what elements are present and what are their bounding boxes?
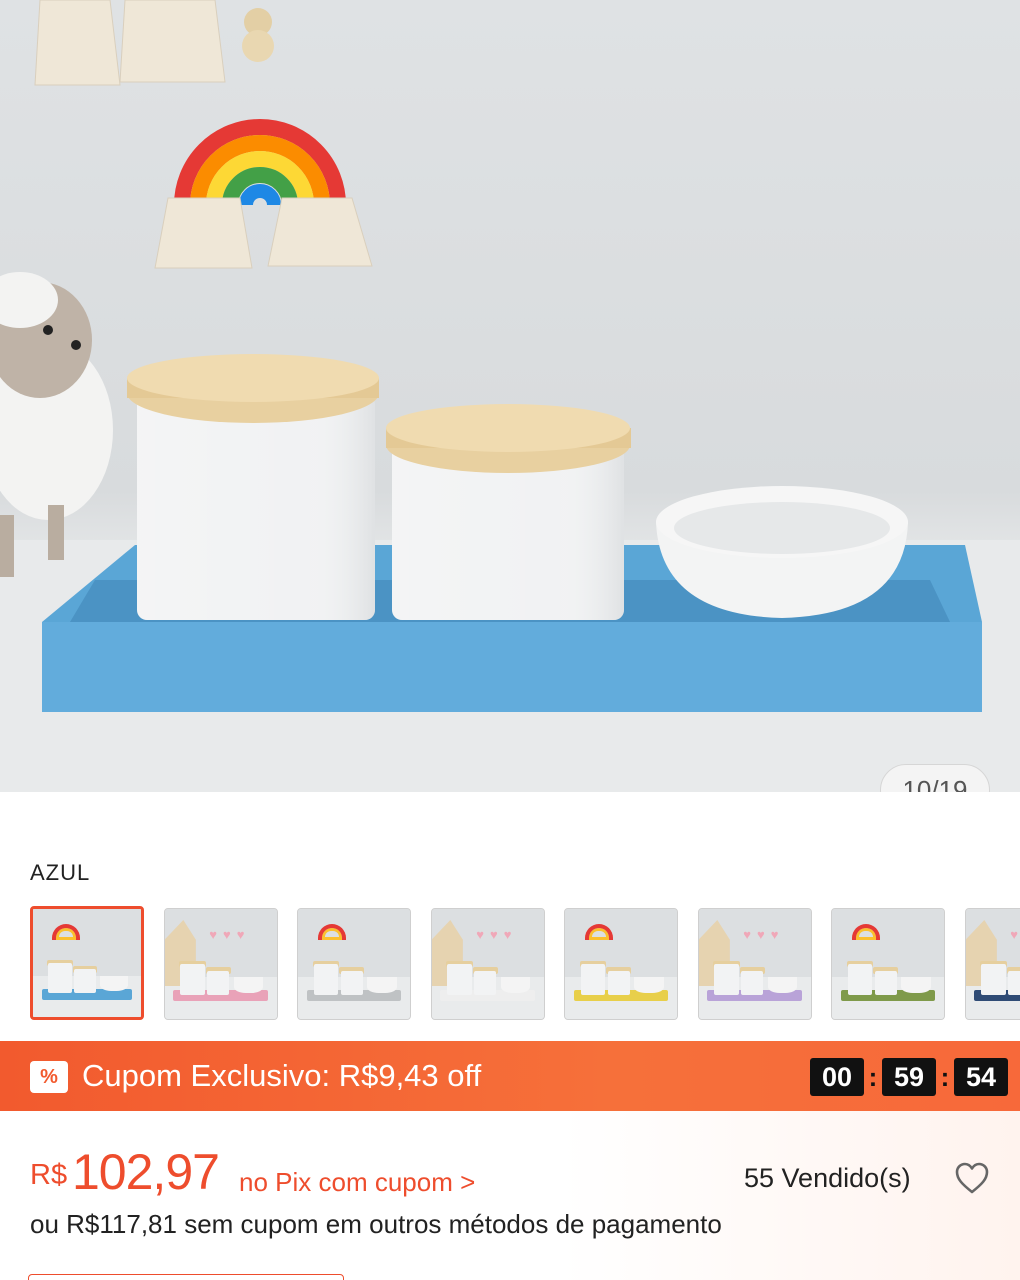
variation-thumb-rosa[interactable]: ♥♥♥ — [163, 908, 278, 1020]
jar — [48, 963, 72, 994]
product-page: 10/19 AZUL ♥♥♥ ♥♥♥ ♥♥♥ ♥♥♥ % Cupom Exclusiv… — [0, 0, 1020, 1280]
variation-thumbnails: ♥♥♥ ♥♥♥ ♥♥♥ ♥♥♥ — [30, 906, 1020, 1022]
price-currency: R$ — [30, 1159, 68, 1191]
hearts-decor: ♥♥♥ — [1010, 927, 1020, 942]
hearts-decor: ♥♥♥ — [476, 926, 518, 942]
variation-thumb-cinza[interactable] — [297, 908, 411, 1020]
bowl — [99, 975, 129, 992]
timer-minutes: 59 — [882, 1058, 936, 1096]
jar — [74, 969, 96, 994]
bowl — [634, 977, 664, 993]
coupon-percent-icon: % — [30, 1061, 68, 1093]
jar — [847, 964, 873, 995]
timer-separator: : — [868, 1061, 878, 1092]
sold-count: 55 Vendido(s) — [744, 1163, 911, 1193]
product-image[interactable]: 10/19 — [0, 0, 1020, 792]
bowl — [233, 977, 264, 993]
jar — [981, 964, 1006, 995]
variation-thumb-verde[interactable] — [831, 908, 945, 1020]
product-photo-illustration — [0, 0, 1020, 792]
hearts-decor: ♥♥♥ — [743, 926, 785, 942]
jar — [180, 964, 205, 995]
heart-icon[interactable] — [954, 1161, 990, 1195]
jar — [607, 970, 630, 995]
countdown-timer: 00 : 59 : 54 — [810, 1058, 1008, 1096]
bowl — [901, 977, 931, 993]
jar — [207, 970, 230, 995]
jar — [313, 964, 339, 995]
timer-seconds: 54 — [954, 1058, 1008, 1096]
jar — [447, 964, 472, 995]
jar — [340, 970, 363, 995]
price-amount: 102,97 — [72, 1144, 220, 1200]
jar — [1008, 970, 1020, 995]
timer-separator: : — [940, 1061, 950, 1092]
variation-thumb-lilas[interactable]: ♥♥♥ — [697, 908, 812, 1020]
partial-button[interactable] — [28, 1274, 344, 1280]
price-section: R$ 102,97 no Pix com cupom > 55 Vendido(… — [0, 1111, 1020, 1280]
jar — [874, 970, 897, 995]
variation-thumb-marinho[interactable]: ♥♥♥ — [964, 908, 1020, 1020]
jar — [474, 970, 497, 995]
coupon-text: Cupom Exclusivo: R$9,43 off — [82, 1058, 482, 1093]
timer-hours: 00 — [810, 1058, 864, 1096]
coupon-banner[interactable]: % Cupom Exclusivo: R$9,43 off 00 : 59 : … — [0, 1041, 1020, 1111]
jar — [714, 964, 739, 995]
variation-thumb-azul[interactable] — [30, 906, 144, 1020]
bowl — [500, 977, 531, 993]
variation-thumb-amarelo[interactable] — [564, 908, 678, 1020]
pix-coupon-link[interactable]: no Pix com cupom > — [239, 1167, 475, 1198]
variation-thumb-branco[interactable]: ♥♥♥ — [430, 908, 545, 1020]
image-counter: 10/19 — [880, 764, 990, 792]
bowl — [367, 977, 397, 993]
hearts-decor: ♥♥♥ — [209, 926, 251, 942]
alternative-price-text: ou R$117,81 sem cupom em outros métodos … — [30, 1209, 722, 1239]
jar — [741, 970, 764, 995]
variation-label: AZUL — [30, 860, 91, 885]
bowl — [767, 977, 798, 993]
jar — [580, 964, 606, 995]
